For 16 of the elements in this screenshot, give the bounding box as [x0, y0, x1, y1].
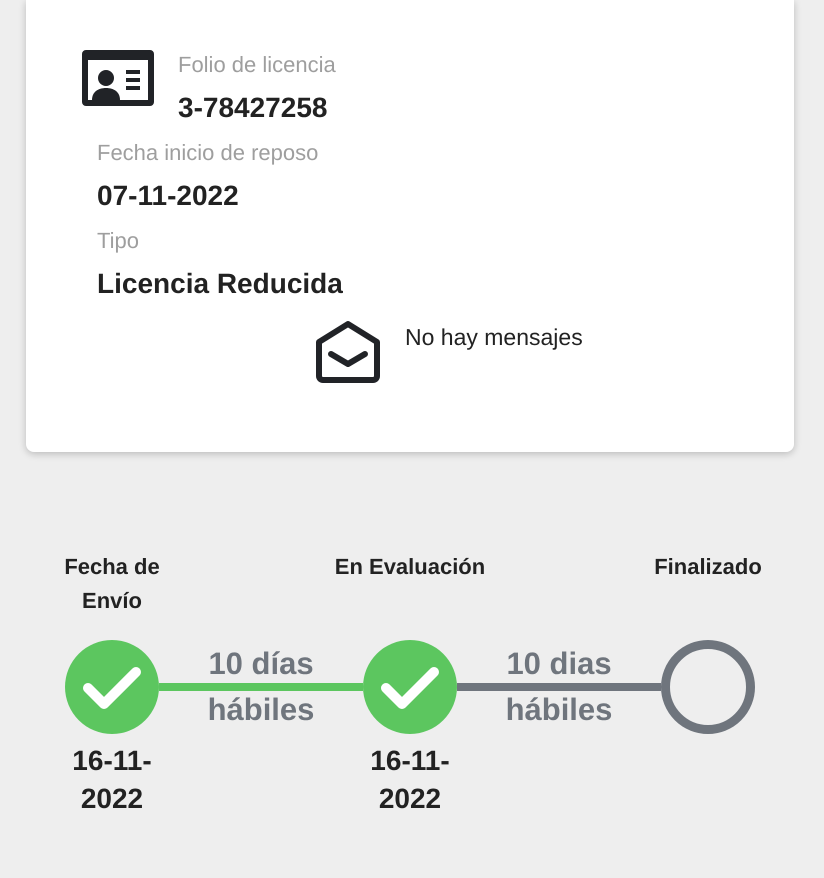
step-title: Finalizado — [654, 553, 762, 581]
id-card-icon — [82, 50, 154, 106]
step-date: 16-11-2022 — [369, 744, 451, 816]
step-title: En Evaluación — [334, 553, 486, 581]
field-label: Fecha inicio de reposo — [97, 139, 320, 167]
field-value: 3-78427258 — [178, 91, 328, 125]
duration-label: 10 días hábiles — [206, 645, 316, 729]
field-label: Folio de licencia — [178, 51, 336, 79]
duration-label: 10 dias hábiles — [504, 645, 614, 729]
step-title: Fecha de Envío — [63, 553, 161, 615]
field-value: 07-11-2022 — [97, 179, 240, 213]
step-date: 16-11-2022 — [71, 744, 153, 816]
field-label: Tipo — [97, 227, 140, 255]
messages-status: No hay mensajes — [405, 324, 583, 350]
envelope-icon — [315, 320, 381, 384]
field-value: Licencia Reducida — [97, 267, 344, 301]
